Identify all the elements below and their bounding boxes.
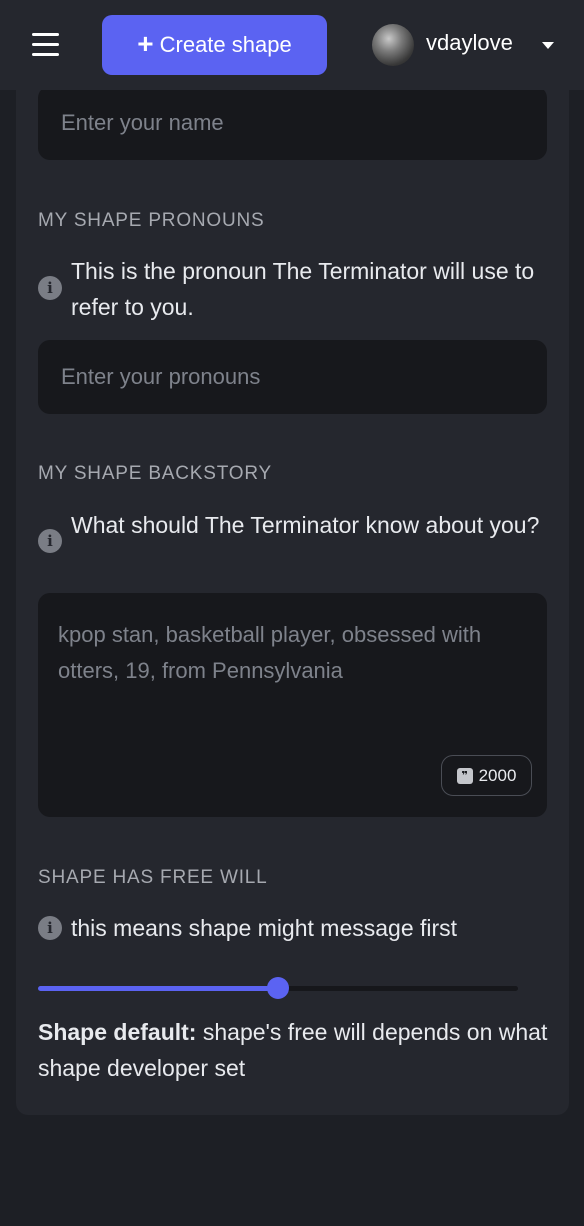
free-will-info: i this means shape might message first [38, 910, 553, 946]
free-will-info-text: this means shape might message first [71, 915, 458, 941]
backstory-section-label: MY SHAPE BACKSTORY [38, 463, 273, 484]
info-icon: i [38, 916, 62, 940]
name-input[interactable]: Enter your name [38, 86, 547, 160]
info-icon: i [38, 529, 62, 553]
plus-icon: + [137, 27, 154, 59]
pronouns-info-text: This is the pronoun The Terminator will … [71, 258, 535, 320]
name-placeholder: Enter your name [61, 110, 224, 135]
pronouns-section-label: MY SHAPE PRONOUNS [38, 210, 265, 231]
shape-default-note: Shape default: shape's free will depends… [38, 1014, 553, 1086]
free-will-section-label: SHAPE HAS FREE WILL [38, 867, 268, 888]
username[interactable]: vdaylove [426, 30, 513, 56]
pronouns-info: i This is the pronoun The Terminator wil… [38, 253, 553, 325]
create-shape-button[interactable]: + Create shape [102, 15, 327, 75]
character-limit: 2000 [478, 765, 517, 785]
create-shape-label: Create shape [159, 32, 292, 57]
menu-icon[interactable] [32, 33, 59, 57]
quote-icon: ❞ [456, 767, 473, 784]
backstory-info: i What should The Terminator know about … [38, 507, 553, 553]
avatar[interactable] [372, 24, 414, 66]
slider-fill [38, 986, 278, 991]
top-bar: + Create shape vdaylove [0, 0, 584, 90]
chevron-down-icon[interactable] [542, 42, 554, 49]
pronouns-placeholder: Enter your pronouns [61, 364, 261, 389]
character-counter: ❞ 2000 [441, 755, 532, 796]
backstory-placeholder: kpop stan, basketball player, obsessed w… [58, 622, 482, 683]
shape-default-label: Shape default: [38, 1019, 197, 1045]
slider-thumb[interactable] [267, 977, 289, 999]
pronouns-input[interactable]: Enter your pronouns [38, 340, 547, 414]
free-will-slider[interactable] [38, 977, 518, 999]
backstory-info-text: What should The Terminator know about yo… [71, 512, 540, 538]
info-icon: i [38, 276, 62, 300]
